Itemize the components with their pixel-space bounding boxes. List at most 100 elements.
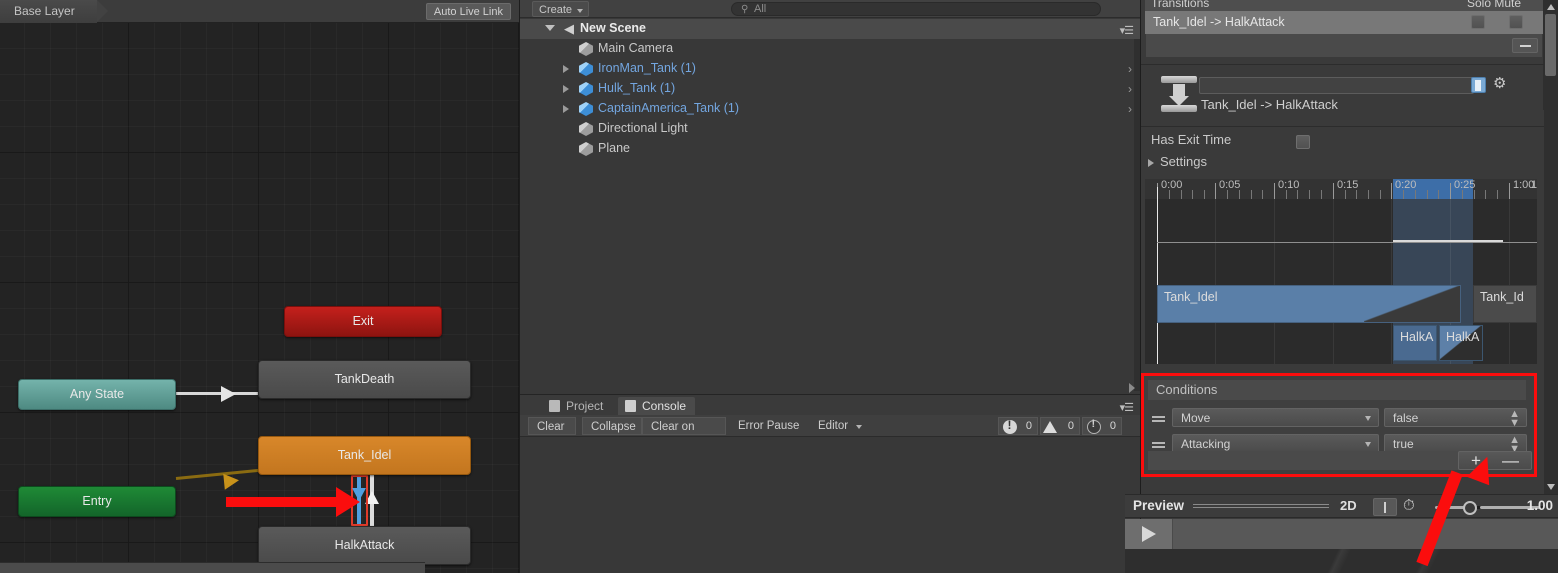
- hierarchy-item-main-camera[interactable]: Main Camera: [520, 39, 1141, 59]
- state-node-exit[interactable]: Exit: [284, 306, 442, 337]
- timeline-start-marker[interactable]: [1151, 180, 1165, 195]
- drag-handle-icon[interactable]: [1152, 442, 1165, 444]
- transition-list-row[interactable]: Tank_Idel -> HalkAttack: [1145, 11, 1543, 34]
- timeline-clip-tank-idel-loop[interactable]: Tank_Id: [1473, 285, 1537, 323]
- timeline-clip-halkattack-2[interactable]: HalkA: [1439, 325, 1483, 361]
- timeline-clip-halkattack-1[interactable]: HalkA: [1393, 325, 1437, 361]
- prefab-open-chevron-icon[interactable]: ›: [1128, 62, 1132, 76]
- hierarchy-item-ironman-tank[interactable]: IronMan_Tank (1) ›: [520, 59, 1141, 79]
- timeline-ruler[interactable]: 0:00 0:05 0:10 0:15 0:20 0:25 1:00 1: [1145, 179, 1537, 199]
- collapse-button[interactable]: Collapse: [582, 417, 642, 435]
- help-icon[interactable]: [1471, 77, 1486, 93]
- preview-scene-viewport[interactable]: [1125, 549, 1558, 573]
- timeline-playhead[interactable]: [1157, 187, 1158, 364]
- info-count[interactable]: 0: [1082, 417, 1122, 435]
- warning-count[interactable]: 0: [1040, 417, 1080, 435]
- has-exit-time-checkbox[interactable]: [1296, 135, 1310, 149]
- transition-list-row-label: Tank_Idel -> HalkAttack: [1153, 15, 1285, 29]
- hierarchy-search-input[interactable]: ⚲ All: [731, 2, 1101, 16]
- tab-console[interactable]: Console: [618, 397, 696, 415]
- chevron-right-icon[interactable]: [563, 85, 569, 93]
- editor-dropdown[interactable]: Editor: [810, 417, 866, 435]
- transition-anystate-to-tankdeath[interactable]: [176, 392, 258, 395]
- remove-transition-button[interactable]: [1512, 38, 1538, 53]
- settings-row[interactable]: Settings: [1141, 154, 1558, 174]
- console-toolbar: Clear Collapse Clear on Play Error Pause…: [520, 415, 1141, 451]
- chevron-down-icon: [577, 9, 584, 13]
- scene-root-row[interactable]: ◀ New Scene ▾☰: [520, 19, 1141, 39]
- state-node-tankdeath[interactable]: TankDeath: [258, 360, 471, 399]
- state-node-entry[interactable]: Entry: [18, 486, 176, 517]
- transition-icon-top-bar: [1161, 76, 1197, 83]
- inspector-vertical-scrollbar[interactable]: [1544, 0, 1558, 494]
- speed-slider-knob[interactable]: [1463, 501, 1477, 515]
- prefab-open-chevron-icon[interactable]: ›: [1128, 102, 1132, 116]
- console-log-area[interactable]: [520, 437, 1141, 573]
- timeline-clip-tank-idel[interactable]: Tank_Idel: [1157, 285, 1461, 323]
- chevron-up-icon[interactable]: [1547, 4, 1555, 10]
- state-node-tank-idel[interactable]: Tank_Idel: [258, 436, 471, 475]
- clip-label: Tank_Id: [1480, 290, 1524, 304]
- transition-subname: Tank_Idel -> HalkAttack: [1201, 97, 1338, 112]
- console-icon: [625, 400, 636, 412]
- transitions-list-header: Transitions Solo Mute: [1145, 0, 1543, 11]
- stepper-icon: ▲ ▼: [1509, 408, 1520, 429]
- clear-on-play-button[interactable]: Clear on Play: [642, 417, 726, 451]
- state-node-halkattack[interactable]: HalkAttack: [258, 526, 471, 565]
- chevron-down-icon[interactable]: [545, 25, 555, 31]
- condition-parameter-dropdown-1[interactable]: Move: [1172, 408, 1379, 427]
- transition-arrow-icon: [223, 472, 240, 490]
- annotation-arrow-head: [336, 487, 360, 517]
- prefab-open-chevron-icon[interactable]: ›: [1128, 82, 1132, 96]
- tab-project[interactable]: Project: [542, 397, 612, 415]
- timeline-exit-marker[interactable]: [1388, 182, 1402, 197]
- auto-live-link-button[interactable]: Auto Live Link: [425, 3, 511, 20]
- chevron-right-icon[interactable]: [563, 65, 569, 73]
- middle-column: Create ⚲ All ◀ New Scene ▾☰ Main Camera …: [519, 0, 1141, 573]
- remove-condition-button[interactable]: —: [1502, 451, 1519, 470]
- transition-timeline[interactable]: 0:00 0:05 0:10 0:15 0:20 0:25 1:00 1 Tan…: [1145, 179, 1537, 364]
- chevron-right-icon[interactable]: [1148, 159, 1154, 167]
- scrollbar-thumb[interactable]: [1545, 14, 1556, 76]
- pivot-axis-icon[interactable]: [1373, 498, 1397, 516]
- prefab-icon: [579, 82, 593, 96]
- chevron-right-icon[interactable]: [1129, 383, 1135, 393]
- hierarchy-list: Main Camera IronMan_Tank (1) › Hulk_Tank…: [520, 39, 1141, 391]
- clock-icon[interactable]: ⏱: [1403, 497, 1415, 514]
- has-exit-time-label: Has Exit Time: [1151, 132, 1232, 147]
- preview-2d-toggle[interactable]: 2D: [1340, 498, 1357, 513]
- search-icon: ⚲: [741, 4, 749, 15]
- clip-fade-out: [1364, 286, 1460, 322]
- chevron-right-icon[interactable]: [563, 105, 569, 113]
- panel-menu-icon[interactable]: ▾☰: [1120, 401, 1134, 414]
- animator-horizontal-scrollbar[interactable]: [0, 562, 425, 573]
- condition-row-1: Move false ▲ ▼: [1144, 408, 1534, 430]
- chevron-down-icon[interactable]: [1547, 484, 1555, 490]
- chevron-down-icon: [856, 425, 862, 429]
- tab-label: Project: [566, 399, 604, 413]
- clear-button[interactable]: Clear: [528, 417, 576, 435]
- solo-checkbox[interactable]: [1471, 15, 1485, 29]
- drag-handle-icon[interactable]: [1152, 416, 1165, 418]
- panel-menu-icon[interactable]: ▾☰: [1120, 24, 1134, 37]
- hierarchy-item-label: Main Camera: [598, 41, 674, 55]
- condition-value-dropdown-1[interactable]: false ▲ ▼: [1384, 408, 1527, 429]
- timeline-end-marker[interactable]: [1503, 181, 1517, 196]
- hierarchy-item-directional-light[interactable]: Directional Light: [520, 119, 1141, 139]
- error-count[interactable]: 0: [998, 417, 1038, 435]
- hierarchy-item-plane[interactable]: Plane: [520, 139, 1141, 159]
- breadcrumb[interactable]: Base Layer: [0, 0, 108, 23]
- transition-icon: [1161, 76, 1197, 112]
- info-icon: [1087, 418, 1101, 434]
- play-button[interactable]: [1125, 519, 1173, 549]
- mute-checkbox[interactable]: [1509, 15, 1523, 29]
- create-button[interactable]: Create: [532, 1, 590, 17]
- preview-playback-bar[interactable]: [1125, 519, 1558, 549]
- error-pause-button[interactable]: Error Pause: [730, 417, 810, 435]
- hierarchy-item-hulk-tank[interactable]: Hulk_Tank (1) ›: [520, 79, 1141, 99]
- state-node-any-state[interactable]: Any State: [18, 379, 176, 410]
- hierarchy-item-captainamerica-tank[interactable]: CaptainAmerica_Tank (1) ›: [520, 99, 1141, 119]
- gear-icon[interactable]: ⚙: [1493, 76, 1506, 92]
- preview-toolbar: Preview 2D ⏱ 1.00: [1125, 494, 1558, 518]
- transition-name-input[interactable]: [1199, 77, 1474, 94]
